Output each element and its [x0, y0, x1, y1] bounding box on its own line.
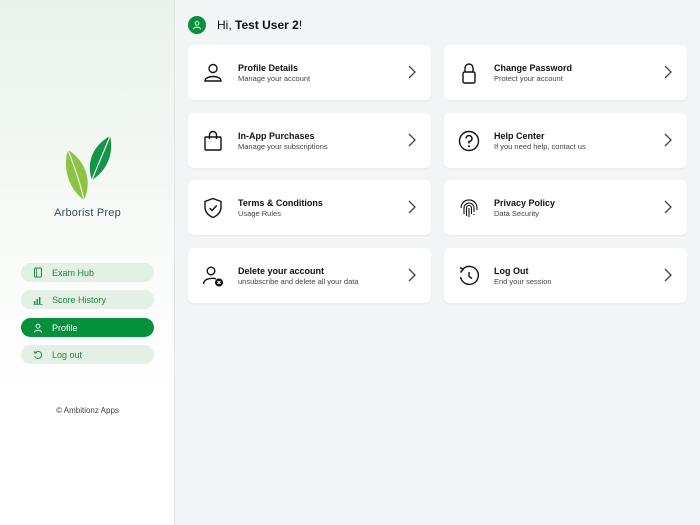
card-title: Change Password: [494, 63, 573, 73]
app-name: Arborist Prep: [54, 207, 121, 219]
card-title: Terms & Conditions: [238, 198, 323, 208]
chevron-right-icon: [408, 200, 416, 214]
logout-icon: [459, 265, 480, 286]
card-help-center[interactable]: Help Center If you need help, contact us: [444, 113, 687, 168]
chevron-right-icon: [664, 268, 672, 282]
card-title: In-App Purchases: [238, 131, 315, 141]
chevron-right-icon: [664, 200, 672, 214]
nav-item-exam-hub[interactable]: Exam Hub: [21, 263, 154, 282]
nav-label: Score History: [52, 294, 107, 305]
card-subtitle: If you need help, contact us: [494, 142, 586, 151]
book-icon: [32, 267, 44, 279]
shield-check-icon: [204, 197, 222, 219]
user-icon: [32, 322, 44, 334]
greeting-prefix: Hi,: [217, 18, 235, 32]
card-subtitle: Usage Rules: [238, 209, 281, 218]
card-subtitle: Data Security: [494, 209, 540, 218]
leaf-logo-icon: [65, 135, 112, 201]
chevron-right-icon: [664, 133, 672, 147]
card-title: Privacy Policy: [494, 198, 556, 208]
user-remove-icon: [202, 266, 223, 287]
chevron-right-icon: [408, 65, 416, 79]
lock-icon: [462, 63, 476, 84]
chevron-right-icon: [408, 133, 416, 147]
card-subtitle: unsubscribe and delete all your data: [238, 277, 359, 286]
user-icon: [204, 63, 222, 82]
fingerprint-icon: [460, 199, 478, 217]
card-privacy-policy[interactable]: Privacy Policy Data Security: [444, 180, 687, 235]
card-subtitle: Manage your account: [238, 74, 311, 83]
chevron-right-icon: [664, 65, 672, 79]
sidebar: Arborist Prep Exam Hub Score History Pro…: [0, 0, 175, 525]
card-delete-account[interactable]: Delete your account unsubscribe and dele…: [188, 248, 431, 303]
card-title: Delete your account: [238, 266, 325, 276]
card-title: Help Center: [494, 131, 545, 141]
avatar: [188, 16, 206, 34]
card-log-out[interactable]: Log Out End your session: [444, 248, 687, 303]
help-icon: [458, 130, 480, 152]
refresh-icon: [32, 349, 44, 361]
shopping-bag-icon: [204, 130, 222, 151]
nav-label: Exam Hub: [52, 267, 95, 278]
card-subtitle: Manage your subscriptions: [238, 142, 328, 151]
nav-label: Log out: [52, 349, 83, 360]
card-in-app-purchases[interactable]: In-App Purchases Manage your subscriptio…: [188, 113, 431, 168]
card-title: Profile Details: [238, 63, 299, 73]
chevron-right-icon: [408, 268, 416, 282]
greeting-suffix: !: [298, 18, 303, 32]
card-subtitle: End your session: [494, 277, 552, 286]
greeting: Hi, Test User 2!: [217, 18, 302, 32]
copyright: © Ambitionz Apps: [56, 406, 119, 415]
card-profile-details[interactable]: Profile Details Manage your account: [188, 45, 431, 100]
card-terms-conditions[interactable]: Terms & Conditions Usage Rules: [188, 180, 431, 235]
bar-chart-icon: [32, 294, 44, 306]
card-change-password[interactable]: Change Password Protect your account: [444, 45, 687, 100]
nav-item-score-history[interactable]: Score History: [21, 290, 154, 309]
nav-item-log-out[interactable]: Log out: [21, 345, 154, 364]
card-subtitle: Protect your account: [494, 74, 563, 83]
card-title: Log Out: [494, 266, 529, 276]
user-name: Test User 2: [235, 18, 299, 32]
user-icon: [193, 20, 201, 30]
nav-label: Profile: [52, 322, 78, 333]
nav-item-profile[interactable]: Profile: [21, 318, 154, 337]
